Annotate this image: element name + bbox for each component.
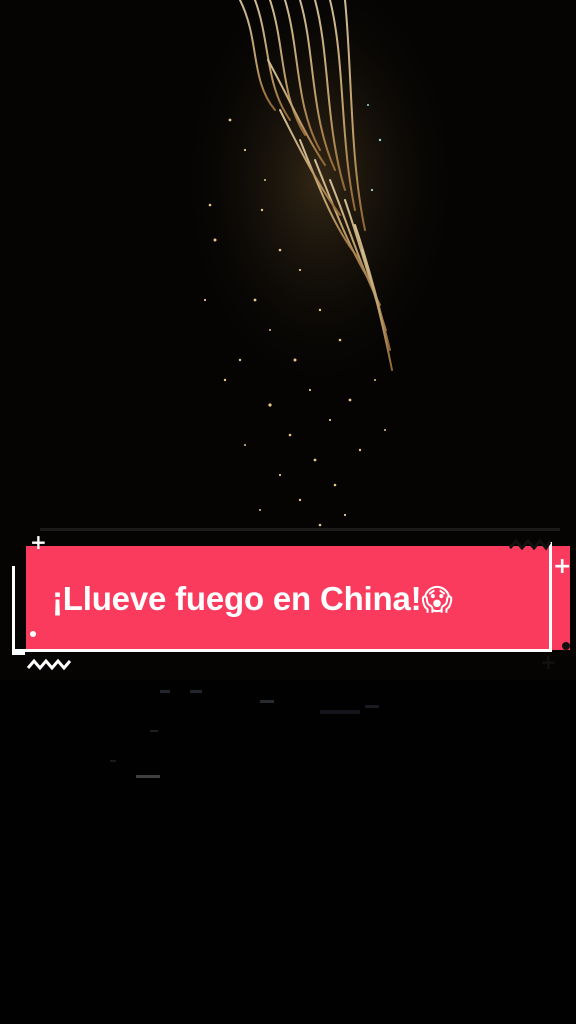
caption-text: ¡Llueve fuego en China!😱 [52, 572, 552, 626]
plus-decoration-right: + [553, 554, 572, 579]
video-frame[interactable]: + + + ¡Llueve fuego en China!😱 [0, 0, 576, 1024]
plus-decoration-bottom-right: + [540, 650, 557, 674]
plus-decoration-top-left: + [30, 530, 47, 554]
face-screaming-in-fear-icon: 😱 [421, 583, 453, 618]
zigzag-decoration-top-right [508, 538, 552, 551]
zigzag-decoration-bottom-left [26, 658, 72, 671]
caption-message: ¡Llueve fuego en China! [52, 580, 422, 617]
banner-frame-top [40, 528, 560, 531]
dot-decoration-right [562, 642, 570, 650]
dot-decoration-left [30, 631, 36, 637]
banner-frame-bottom [12, 649, 552, 652]
ground-shadow [0, 680, 576, 1024]
fireworks-scene [0, 0, 576, 1024]
caption-banner: + + + ¡Llueve fuego en China!😱 [0, 528, 576, 674]
banner-frame-left [12, 566, 25, 655]
